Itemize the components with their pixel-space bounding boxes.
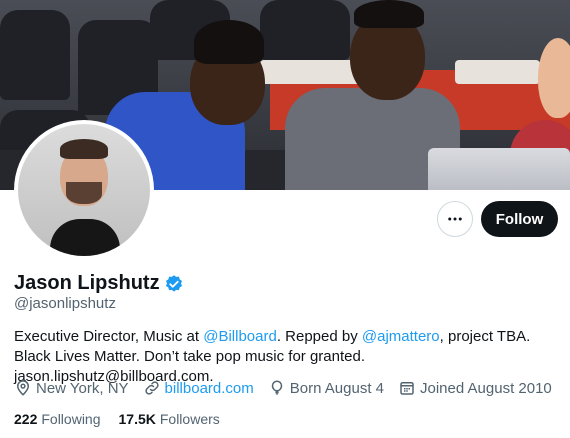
arena-seat [260, 0, 350, 60]
joined-text: Joined August 2010 [420, 379, 552, 397]
profile-bio: Executive Director, Music at @Billboard.… [14, 327, 554, 387]
followers-label: Followers [159, 411, 220, 427]
more-options-button[interactable] [437, 201, 473, 237]
profile-name: Jason Lipshutz [14, 272, 160, 294]
birthday-text: Born August 4 [289, 379, 384, 397]
profile-avatar[interactable] [14, 120, 154, 260]
follow-stats: 222 Following 17.5K Followers [14, 411, 220, 427]
bio-text: . Repped by [276, 328, 362, 345]
laptop [428, 148, 570, 190]
profile-handle: @jasonlipshutz [14, 295, 116, 312]
link-icon [144, 381, 159, 395]
location-text: New York, NY [36, 379, 129, 397]
avatar-photo [18, 124, 150, 256]
arena-seat [0, 10, 70, 100]
followers-link[interactable]: 17.5K Followers [119, 411, 220, 427]
location: New York, NY [14, 379, 129, 397]
follow-button[interactable]: Follow [481, 201, 558, 237]
join-date: Joined August 2010 [398, 379, 552, 397]
sign-board [455, 60, 540, 84]
followers-count: 17.5K [118, 411, 156, 427]
calendar-icon [400, 382, 414, 395]
bio-text: Executive Director, Music at [14, 328, 204, 345]
following-link[interactable]: 222 Following [14, 411, 101, 427]
profile-meta: New York, NY billboard.com Born August 4… [14, 379, 566, 397]
mention-link[interactable]: @ajmattero [362, 328, 440, 345]
verified-badge-icon[interactable] [164, 274, 184, 294]
balloon-icon [271, 380, 283, 395]
mention-link[interactable]: @Billboard [203, 328, 277, 345]
website-link[interactable]: billboard.com [165, 380, 254, 397]
website[interactable]: billboard.com [143, 379, 254, 397]
birthday: Born August 4 [268, 379, 384, 397]
location-pin-icon [16, 380, 30, 396]
following-label: Following [41, 411, 101, 427]
profile-name-row: Jason Lipshutz [14, 272, 184, 295]
more-horizontal-icon [448, 217, 462, 221]
following-count: 222 [14, 411, 38, 427]
